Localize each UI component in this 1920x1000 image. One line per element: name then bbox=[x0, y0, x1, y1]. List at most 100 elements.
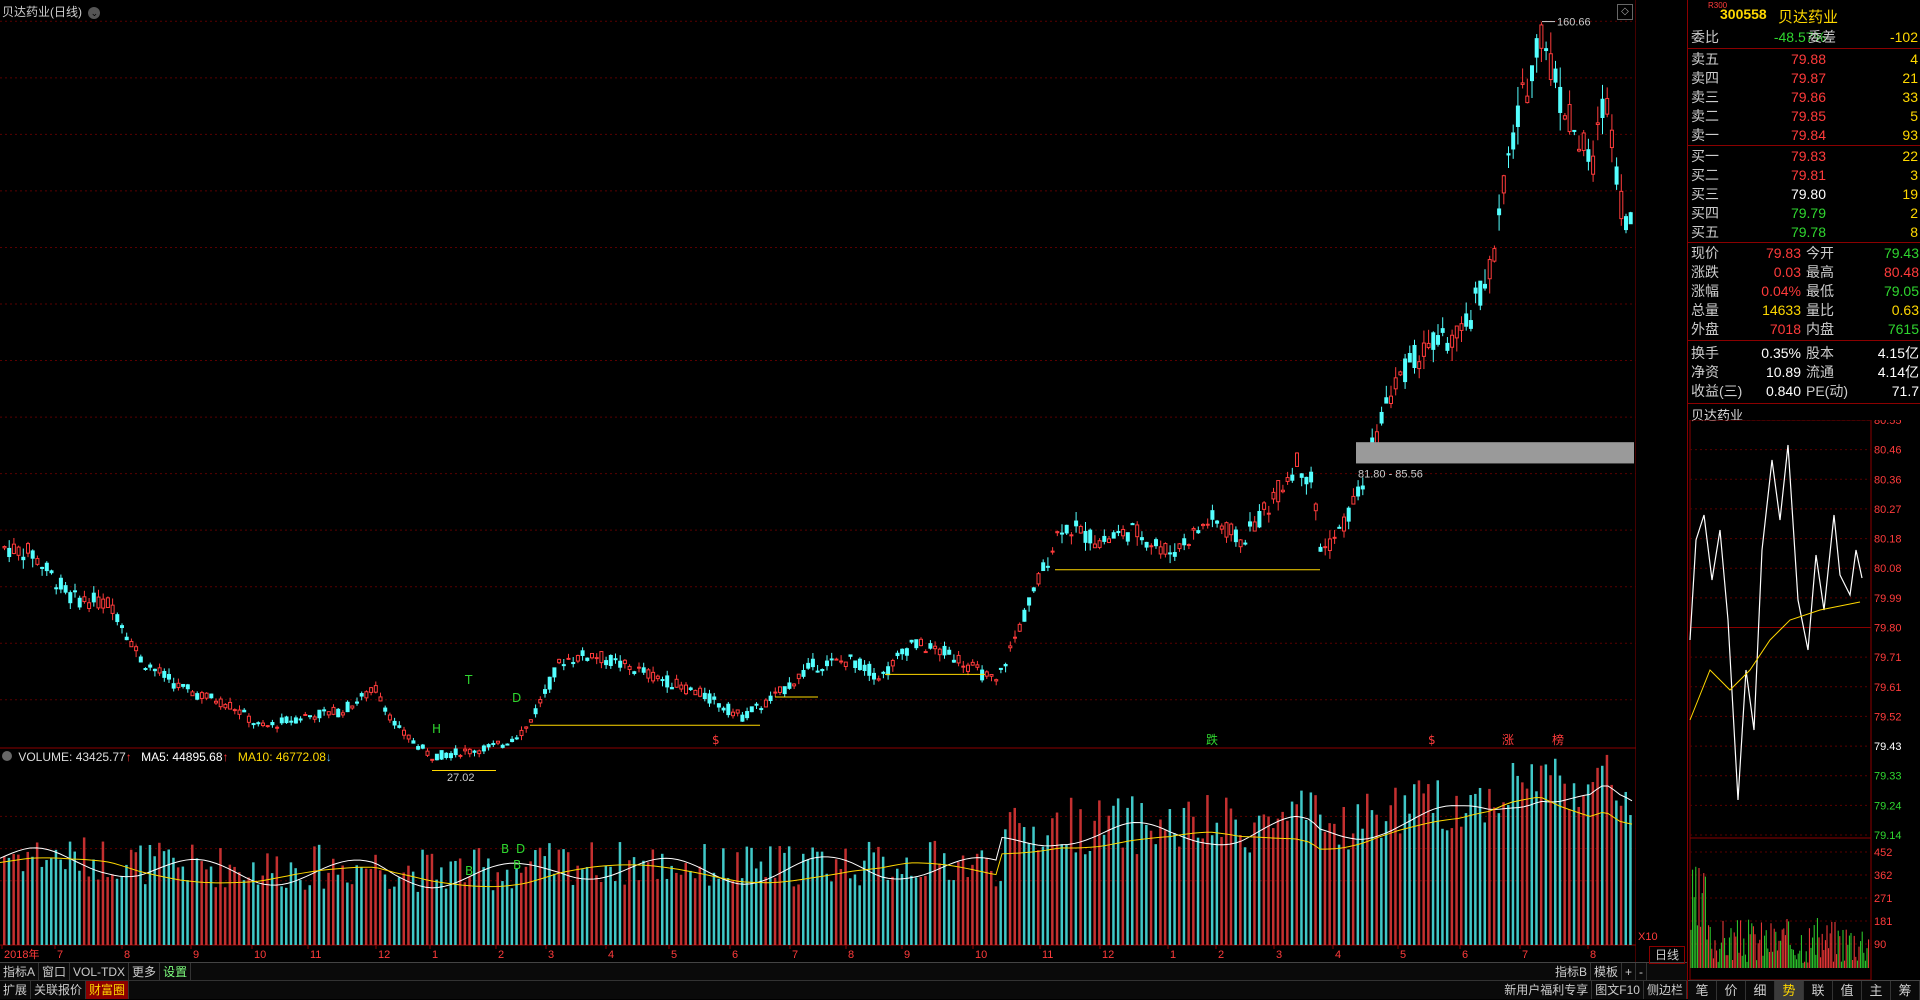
candle-body bbox=[406, 734, 411, 740]
candlestick-chart-area[interactable]: 160.0150.0140.0130.0120.0110.0100.090.00… bbox=[0, 0, 1636, 962]
chevron-down-icon[interactable]: ⌄ bbox=[88, 7, 101, 19]
stat-row: 换手 0.35% 股本 4.15亿 bbox=[1688, 344, 1920, 363]
volume-bar bbox=[1225, 797, 1228, 945]
order-book-row[interactable]: 买四 79.79 2 bbox=[1688, 204, 1920, 223]
candle-body bbox=[876, 678, 881, 681]
toolbar-tab-3[interactable]: - bbox=[1636, 963, 1647, 981]
toolbar-tab-0[interactable]: 新用户福利专享 bbox=[1501, 981, 1593, 999]
volume-bar bbox=[1492, 807, 1496, 945]
stock-name: 贝达药业 bbox=[1778, 9, 1839, 26]
toolbar-tab-1[interactable]: 模板 bbox=[1591, 963, 1622, 981]
volume-bar bbox=[82, 837, 86, 945]
volume-bar bbox=[383, 874, 387, 945]
toolbar-tab-2[interactable]: 侧边栏 bbox=[1644, 981, 1687, 999]
volume-bar bbox=[1102, 834, 1106, 945]
candle-body bbox=[904, 648, 909, 656]
expand-icon[interactable]: ◇ bbox=[1617, 4, 1633, 20]
candle-body bbox=[1628, 212, 1633, 225]
intraday-vol-label: 181 bbox=[1874, 916, 1892, 928]
order-book-row[interactable]: 买五 79.78 8 bbox=[1688, 223, 1920, 242]
side-tab-1[interactable]: 价 bbox=[1717, 981, 1746, 1000]
order-book-row[interactable]: 买三 79.80 19 bbox=[1688, 185, 1920, 204]
toolbar-tab-0[interactable]: 指标B bbox=[1552, 963, 1591, 981]
stock-code: 300558 bbox=[1720, 6, 1767, 22]
volume-bar bbox=[1196, 837, 1200, 945]
toolbar-tab-1[interactable]: 窗口 bbox=[39, 963, 71, 981]
volume-bar bbox=[1304, 819, 1308, 945]
toolbar-tab-0[interactable]: 指标A bbox=[0, 963, 40, 981]
toolbar-tab-2[interactable]: VOL-TDX bbox=[70, 963, 130, 981]
order-book-row[interactable]: 卖三 79.86 33 bbox=[1688, 88, 1920, 107]
stat-label: 最高 bbox=[1806, 264, 1834, 280]
volume-bar bbox=[670, 865, 673, 945]
candle-body bbox=[660, 679, 665, 682]
volume-bar bbox=[1394, 787, 1397, 945]
volume-bar bbox=[919, 877, 922, 945]
candle-body bbox=[176, 682, 181, 689]
volume-bar bbox=[346, 882, 349, 945]
toolbar-tab-4[interactable]: 设置 bbox=[160, 963, 192, 981]
settings-dot-icon[interactable] bbox=[2, 751, 12, 761]
volume-bar bbox=[1248, 852, 1251, 945]
candle-body bbox=[284, 716, 289, 724]
candle-body bbox=[980, 669, 985, 681]
volume-bar bbox=[999, 881, 1002, 945]
volume-bar bbox=[1544, 764, 1548, 945]
order-book-row[interactable]: 卖五 79.88 4 bbox=[1688, 50, 1920, 69]
stat-row: 外盘 7018 内盘 7615 bbox=[1688, 320, 1920, 339]
volume-bar bbox=[1436, 780, 1439, 945]
side-tab-6[interactable]: 主 bbox=[1862, 981, 1891, 1000]
intraday-tick-label: 80.08 bbox=[1874, 563, 1902, 575]
volume-bar bbox=[1413, 784, 1416, 945]
order-book-row[interactable]: 卖一 79.84 93 bbox=[1688, 126, 1920, 145]
side-tab-7[interactable]: 筹 bbox=[1891, 981, 1920, 1000]
intraday-chart[interactable]: 80.55 80.46 80.36 80.27 80.18 80.08 79.99 79.80… bbox=[1688, 420, 1920, 980]
main-chart-svg[interactable]: 160.0150.0140.0130.0120.0110.0100.090.00… bbox=[0, 0, 1636, 980]
candle-body bbox=[914, 639, 919, 649]
volume-bar bbox=[341, 865, 344, 945]
side-tab-2[interactable]: 细 bbox=[1746, 981, 1775, 1000]
candle-body bbox=[829, 658, 834, 661]
toolbar-tab-1[interactable]: 图文F10 bbox=[1592, 981, 1644, 999]
candle-body bbox=[580, 650, 585, 656]
volume-bar bbox=[618, 842, 622, 945]
order-book-row[interactable]: 卖四 79.87 21 bbox=[1688, 69, 1920, 88]
candle-body bbox=[30, 550, 35, 559]
candle-body bbox=[467, 748, 472, 755]
volume-bar bbox=[313, 846, 316, 945]
candle-body bbox=[571, 662, 576, 665]
toolbar-tab-0[interactable]: 扩展 bbox=[0, 981, 32, 999]
side-tab-4[interactable]: 联 bbox=[1804, 981, 1833, 1000]
candle-body bbox=[1154, 539, 1158, 547]
candle-body bbox=[1412, 344, 1417, 369]
candle-body bbox=[632, 671, 637, 674]
candle-body bbox=[1219, 525, 1224, 530]
toolbar-tab-2[interactable]: + bbox=[1622, 963, 1636, 981]
order-book-row[interactable]: 买一 79.83 22 bbox=[1688, 147, 1920, 166]
volume-bar bbox=[665, 878, 669, 945]
candle-body bbox=[134, 646, 139, 652]
order-book-row[interactable]: 卖二 79.85 5 bbox=[1688, 107, 1920, 126]
side-tab-3[interactable]: 势 bbox=[1775, 981, 1804, 1000]
toolbar-tab-3[interactable]: 更多 bbox=[129, 963, 161, 981]
candle-body bbox=[1464, 313, 1469, 327]
toolbar-tab-1[interactable]: 关联报价 bbox=[31, 981, 87, 999]
sidebar-tabs: 笔价细势联值主筹 bbox=[1688, 980, 1920, 1000]
volume-bar bbox=[209, 866, 213, 945]
side-tab-5[interactable]: 值 bbox=[1833, 981, 1862, 1000]
candle-body bbox=[1544, 48, 1549, 52]
volume-bar bbox=[1286, 820, 1289, 945]
candle-body bbox=[1022, 609, 1027, 622]
candle-body bbox=[514, 737, 519, 740]
side-tab-0[interactable]: 笔 bbox=[1688, 981, 1717, 1000]
toolbar-tab-2[interactable]: 财富圈 bbox=[86, 981, 130, 999]
candle-body bbox=[355, 701, 359, 704]
order-book-row[interactable]: 买二 79.81 3 bbox=[1688, 166, 1920, 185]
volume-bar bbox=[1539, 765, 1543, 945]
candle-body bbox=[970, 661, 975, 666]
period-tab[interactable]: 日线 bbox=[1649, 946, 1685, 964]
volume-bar bbox=[971, 864, 974, 945]
volume-bar bbox=[1088, 850, 1092, 945]
volume-bar bbox=[1060, 844, 1063, 945]
candle-body bbox=[322, 709, 327, 712]
